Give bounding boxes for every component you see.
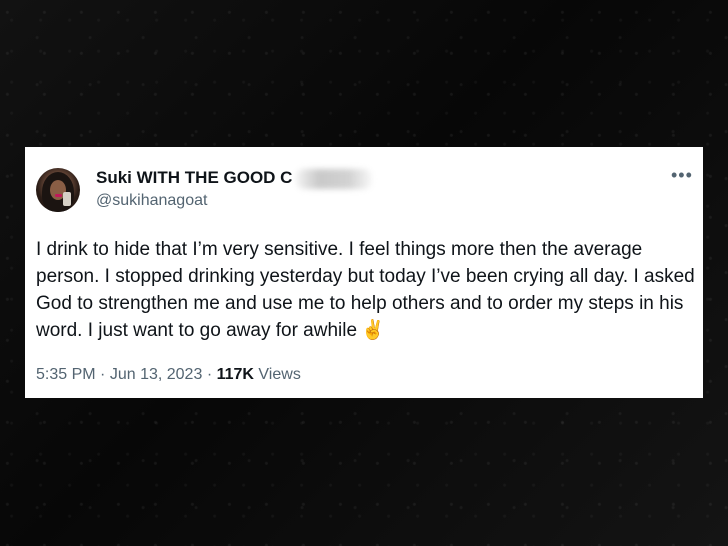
avatar[interactable] — [36, 168, 80, 212]
avatar-lips — [55, 194, 62, 197]
views-count[interactable]: 117K — [217, 366, 254, 383]
more-horizontal-icon[interactable]: ••• — [671, 166, 693, 184]
avatar-drink — [63, 192, 71, 206]
views-label: Views — [258, 366, 301, 383]
tweet-text: I drink to hide that I’m very sensitive.… — [36, 236, 698, 344]
tweet-card: Suki WITH THE GOOD C @sukihanagoat ••• I… — [25, 147, 703, 398]
meta-separator: · — [206, 366, 213, 383]
meta-separator: · — [100, 366, 106, 383]
user-handle[interactable]: @sukihanagoat — [96, 192, 207, 210]
tweet-time[interactable]: 5:35 PM — [36, 366, 96, 383]
tweet-date[interactable]: Jun 13, 2023 — [110, 366, 203, 383]
tweet-metadata: 5:35 PM · Jun 13, 2023 · 117K Views — [36, 366, 301, 384]
display-name[interactable]: Suki WITH THE GOOD C — [96, 168, 292, 188]
victory-hand-emoji: ✌ — [361, 320, 385, 341]
redaction-blur — [296, 169, 372, 189]
